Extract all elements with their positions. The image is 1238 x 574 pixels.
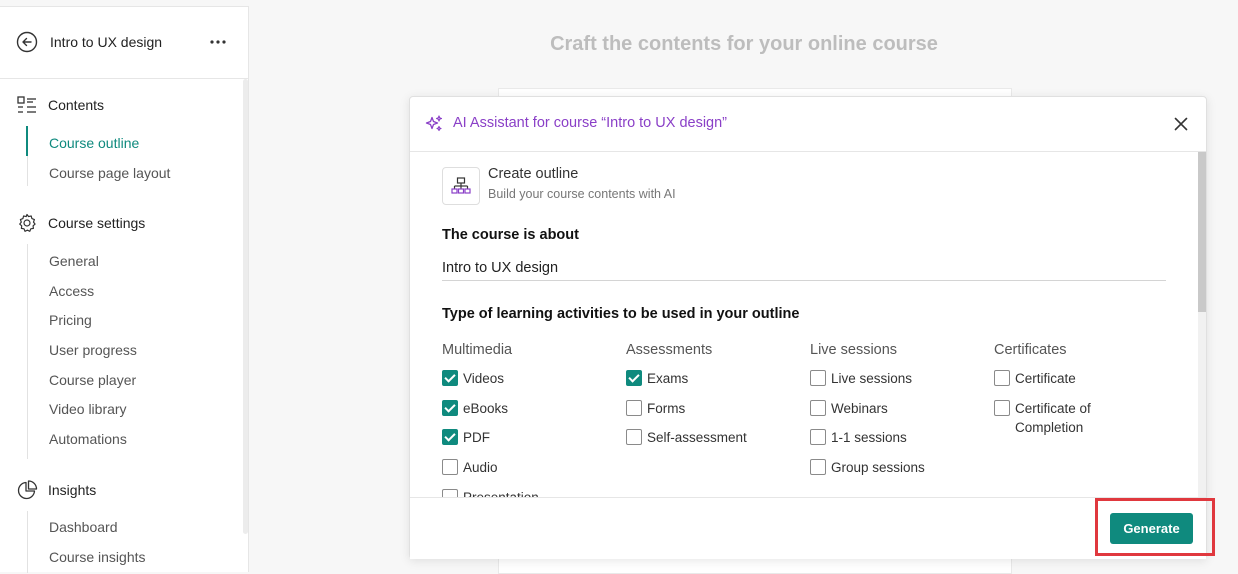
option-label: Group sessions — [831, 460, 925, 475]
checkbox-exams[interactable] — [626, 370, 642, 386]
sidebar-item-course-insights[interactable]: Course insights — [49, 549, 146, 565]
sidebar-item-pricing[interactable]: Pricing — [49, 312, 92, 328]
close-icon[interactable] — [1171, 114, 1191, 134]
option-label: 1-1 sessions — [831, 430, 907, 445]
option-label: Presentation — [463, 488, 539, 497]
sidebar: Intro to UX design Contents Course outli… — [0, 6, 249, 573]
sidebar-section-course-settings[interactable]: Course settings — [16, 212, 145, 234]
sidebar-section-label: Insights — [48, 482, 97, 498]
sidebar-item-automations[interactable]: Automations — [49, 431, 127, 447]
option-label: Certificate of Completion — [1015, 401, 1091, 435]
activities-label: Type of learning activities to be used i… — [442, 306, 800, 322]
course-about-input[interactable] — [442, 256, 1166, 281]
column-heading: Certificates — [994, 342, 1067, 358]
option-webinars[interactable]: Webinars — [810, 399, 888, 418]
option-label: Certificate — [1015, 371, 1076, 386]
pie-chart-icon — [17, 480, 38, 500]
option-certificate-of-completion[interactable]: Certificate of Completion — [994, 399, 1114, 437]
column-heading: Assessments — [626, 342, 713, 358]
sidebar-scrollbar[interactable] — [243, 79, 248, 534]
scrollbar-thumb[interactable] — [1198, 152, 1206, 312]
sidebar-item-course-page-layout[interactable]: Course page layout — [49, 165, 170, 181]
checkbox-live-sessions[interactable] — [810, 370, 826, 386]
checkbox-audio[interactable] — [442, 459, 458, 475]
assessments-column: Assessments Exams Forms Self-assessment — [626, 342, 806, 445]
option-ebooks[interactable]: eBooks — [442, 399, 508, 418]
outline-option-card — [442, 167, 480, 205]
dialog-body: Create outline Build your course content… — [410, 152, 1206, 497]
sidebar-item-user-progress[interactable]: User progress — [49, 342, 137, 358]
checkbox-self-assessment[interactable] — [626, 429, 642, 445]
sidebar-section-label: Contents — [48, 97, 105, 113]
checkbox-group-sessions[interactable] — [810, 459, 826, 475]
checkbox-pdf[interactable] — [442, 429, 458, 445]
checkbox-certificate-of-completion[interactable] — [994, 400, 1010, 416]
option-label: Videos — [463, 371, 505, 386]
active-indicator — [26, 126, 28, 156]
sidebar-item-general[interactable]: General — [49, 253, 99, 269]
option-videos[interactable]: Videos — [442, 369, 504, 388]
nav-guide-line — [27, 511, 28, 573]
checkbox-presentation[interactable] — [442, 489, 458, 497]
option-label: Self-assessment — [647, 430, 747, 445]
checkbox-webinars[interactable] — [810, 400, 826, 416]
option-1-1-sessions[interactable]: 1-1 sessions — [810, 428, 907, 447]
option-label: Live sessions — [831, 371, 913, 386]
dialog-footer: Generate — [410, 497, 1206, 559]
sidebar-item-course-outline[interactable]: Course outline — [49, 135, 139, 151]
contents-list-icon — [17, 96, 36, 113]
gear-icon — [19, 213, 36, 232]
sidebar-item-access[interactable]: Access — [49, 283, 94, 299]
back-arrow-icon[interactable] — [16, 31, 38, 53]
sidebar-section-contents[interactable]: Contents — [16, 94, 104, 116]
dialog-header: AI Assistant for course “Intro to UX des… — [410, 97, 1206, 152]
option-label: PDF — [463, 430, 490, 445]
course-title: Intro to UX design — [50, 34, 163, 50]
sidebar-header: Intro to UX design — [0, 7, 248, 79]
create-outline-subtitle: Build your course contents with AI — [488, 187, 676, 201]
sidebar-item-course-player[interactable]: Course player — [49, 372, 136, 388]
sidebar-section-insights[interactable]: Insights — [16, 479, 96, 501]
dialog-scrollbar[interactable] — [1198, 152, 1206, 497]
more-options-icon[interactable] — [208, 33, 228, 51]
multimedia-column: Multimedia Videos eBooks PDF Audio Prese… — [442, 342, 622, 497]
checkbox-forms[interactable] — [626, 400, 642, 416]
ai-assistant-dialog: AI Assistant for course “Intro to UX des… — [409, 96, 1207, 559]
checkbox-videos[interactable] — [442, 370, 458, 386]
option-group-sessions[interactable]: Group sessions — [810, 458, 925, 477]
option-live-sessions[interactable]: Live sessions — [810, 369, 912, 388]
page-title: Craft the contents for your online cours… — [550, 33, 938, 55]
create-outline-title: Create outline — [488, 166, 579, 182]
option-forms[interactable]: Forms — [626, 399, 685, 418]
option-exams[interactable]: Exams — [626, 369, 688, 388]
option-pdf[interactable]: PDF — [442, 428, 490, 447]
option-label: eBooks — [463, 401, 509, 416]
option-label: Webinars — [831, 401, 888, 416]
checkbox-ebooks[interactable] — [442, 400, 458, 416]
checkbox-1-1-sessions[interactable] — [810, 429, 826, 445]
sidebar-section-label: Course settings — [48, 215, 146, 231]
nav-guide-line — [27, 244, 28, 459]
option-certificate[interactable]: Certificate — [994, 369, 1076, 388]
sidebar-item-video-library[interactable]: Video library — [49, 401, 127, 417]
dialog-title: AI Assistant for course “Intro to UX des… — [453, 115, 728, 131]
option-label: Audio — [463, 460, 498, 475]
ai-sparkle-icon — [425, 115, 443, 132]
option-label: Exams — [647, 371, 689, 386]
column-heading: Live sessions — [810, 342, 898, 358]
course-about-label: The course is about — [442, 227, 579, 243]
column-heading: Multimedia — [442, 342, 513, 358]
option-self-assessment[interactable]: Self-assessment — [626, 428, 747, 447]
live-sessions-column: Live sessions Live sessions Webinars 1-1… — [810, 342, 990, 475]
option-audio[interactable]: Audio — [442, 458, 498, 477]
outline-hierarchy-icon — [451, 177, 471, 194]
sidebar-item-dashboard[interactable]: Dashboard — [49, 519, 118, 535]
checkbox-certificate[interactable] — [994, 370, 1010, 386]
generate-button[interactable]: Generate — [1110, 513, 1193, 544]
certificates-column: Certificates Certificate Certificate of … — [994, 342, 1144, 435]
option-presentation[interactable]: Presentation — [442, 488, 539, 497]
option-label: Forms — [647, 401, 686, 416]
